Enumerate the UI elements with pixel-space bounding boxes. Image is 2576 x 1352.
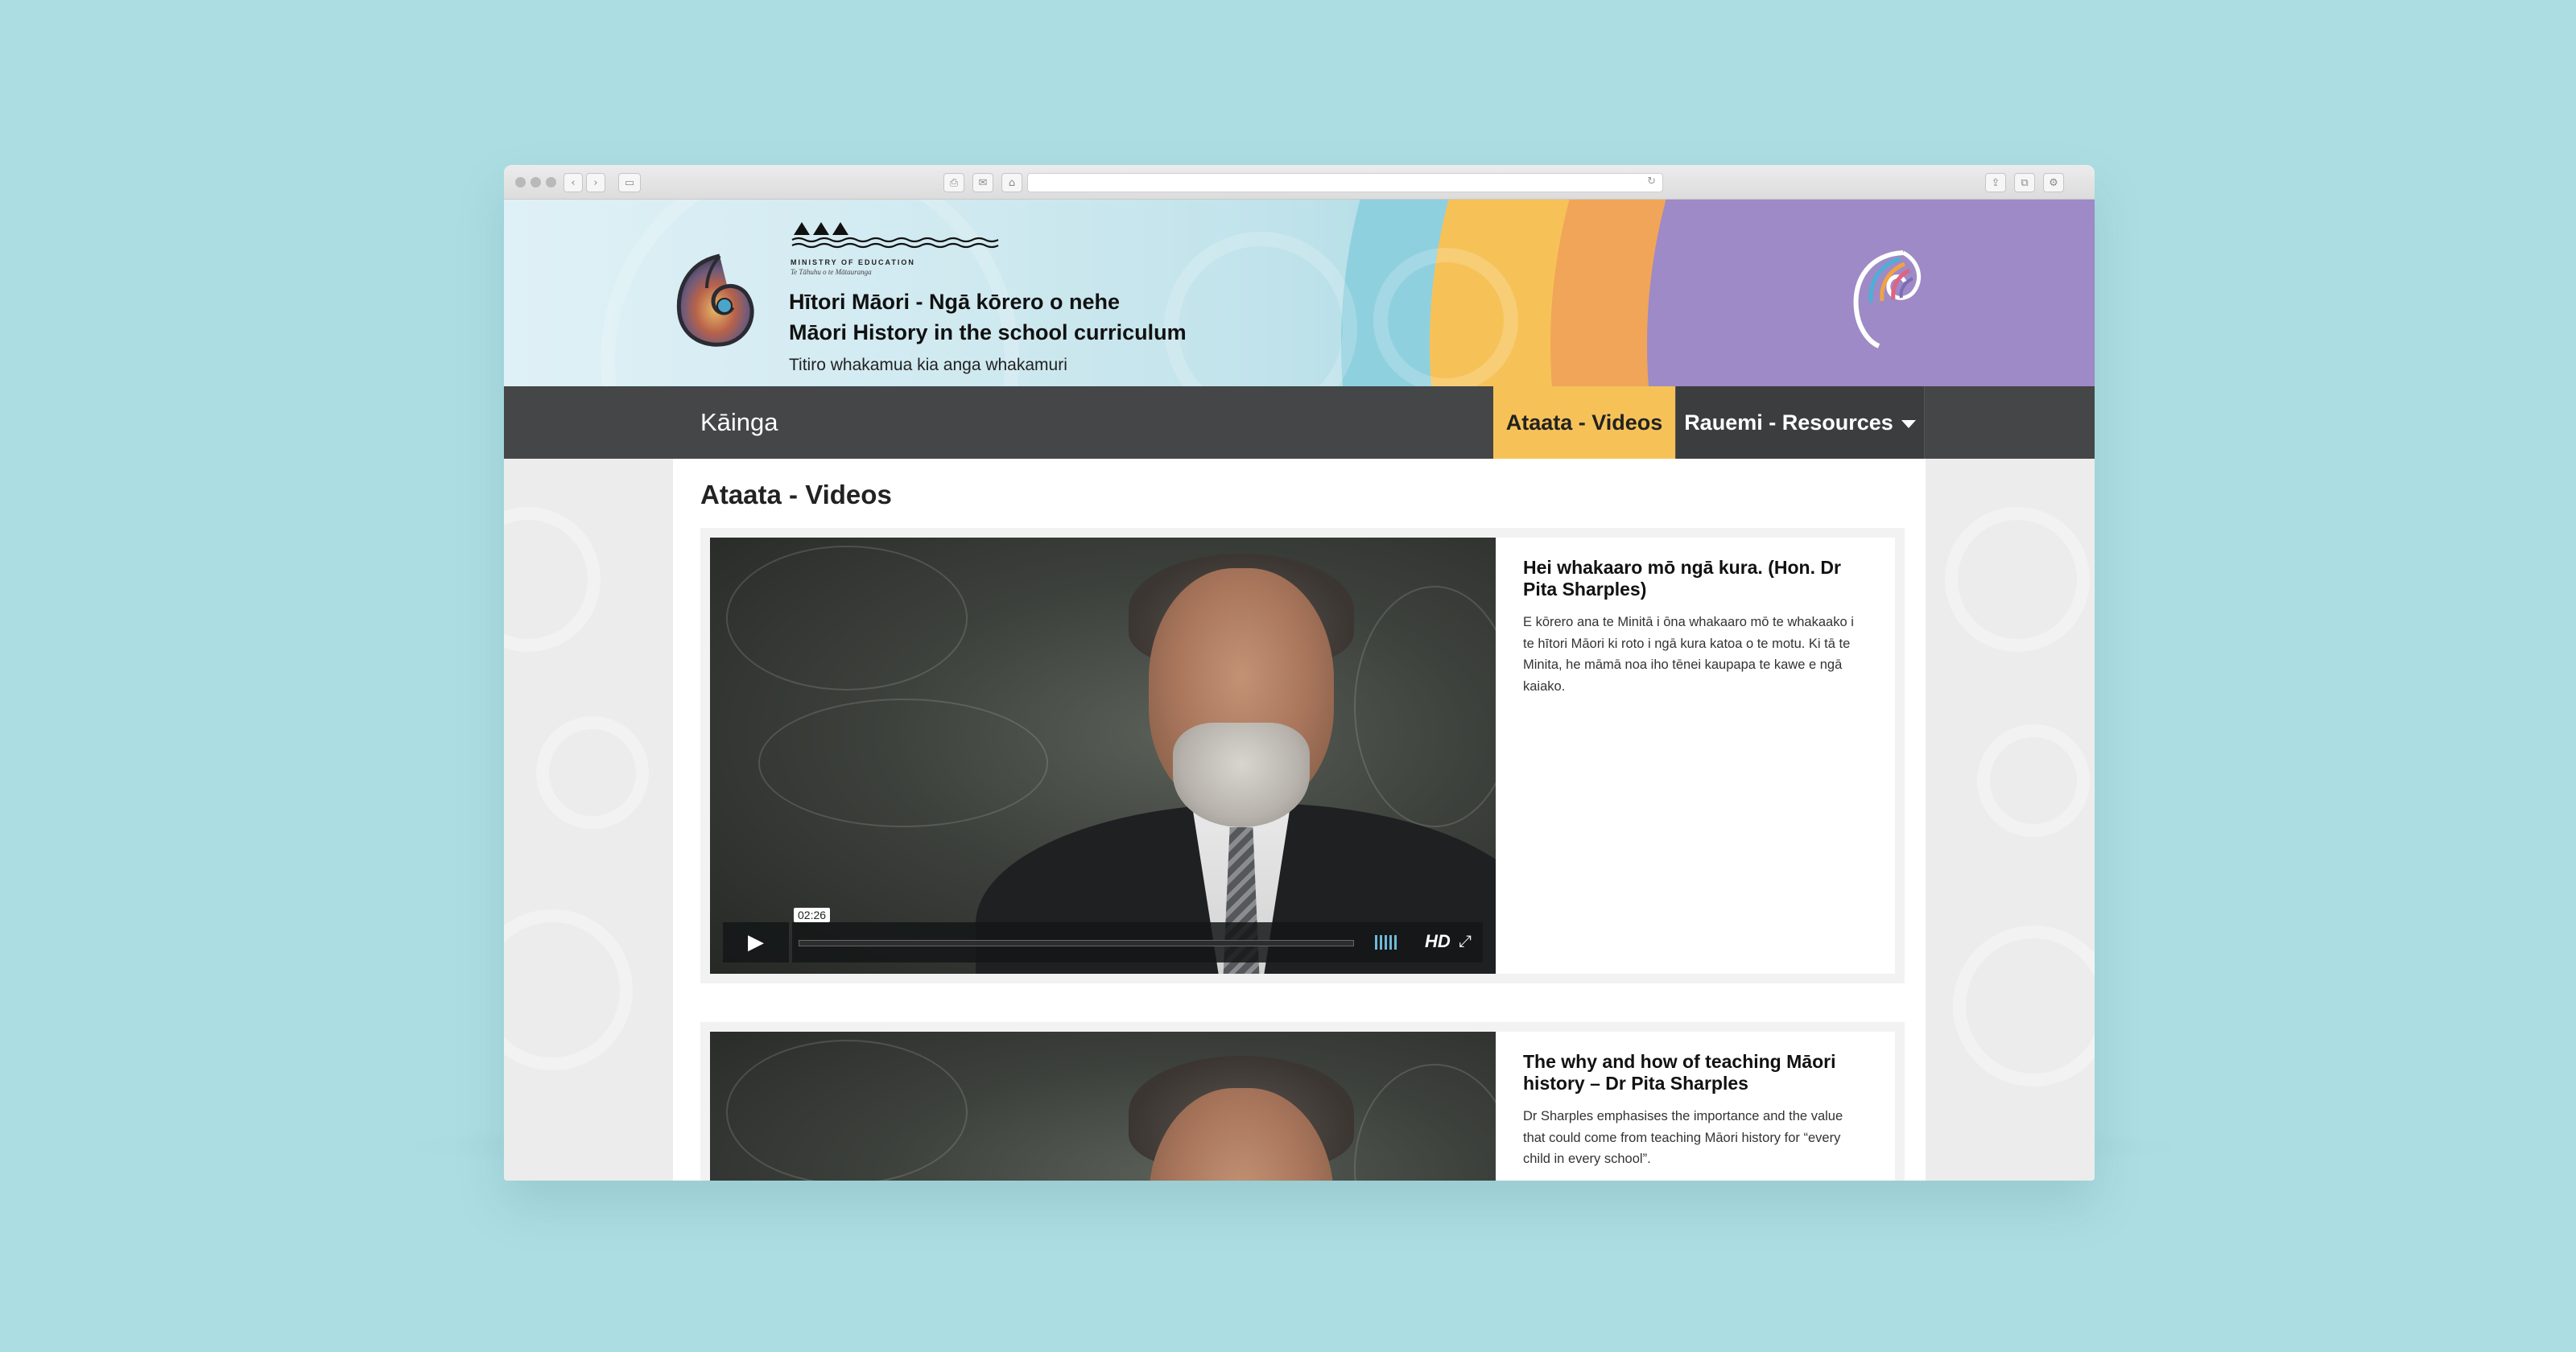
nav-resources-dropdown[interactable]: Rauemi - Resources <box>1675 386 1925 459</box>
background-handwriting <box>726 1040 968 1181</box>
minimize-window-button[interactable] <box>530 177 541 188</box>
video-card: The why and how of teaching Māori histor… <box>700 1022 1905 1181</box>
banner-swirl <box>1164 232 1357 386</box>
background-koru <box>1945 507 2090 652</box>
reload-icon[interactable]: ↻ <box>1647 175 1656 188</box>
browser-window: ‹ › ▭ ⎙ ✉ ⌂ ↻ ⇪ ⧉ ⚙ MINISTRY OF EDUCATIO… <box>504 165 2095 1181</box>
nav-resources-label: Rauemi - Resources <box>1684 410 1893 435</box>
browser-toolbar: ‹ › ▭ ⎙ ✉ ⌂ ↻ ⇪ ⧉ ⚙ <box>504 165 2095 200</box>
fullscreen-icon[interactable]: ⤢ <box>1459 931 1472 950</box>
background-handwriting <box>1354 1064 1496 1181</box>
close-window-button[interactable] <box>515 177 526 188</box>
nav-home-link[interactable]: Kāinga <box>700 386 778 459</box>
background-koru <box>504 909 633 1070</box>
ministry-logo[interactable]: MINISTRY OF EDUCATION Te Tāhuhu o te Māt… <box>791 219 1000 276</box>
site-header: MINISTRY OF EDUCATION Te Tāhuhu o te Māt… <box>504 200 2095 386</box>
video-card: ▶ 02:26 HD ⤢ Hei whakaaro mō ngā kura. (… <box>700 528 1905 983</box>
background-handwriting <box>726 546 968 690</box>
nav-videos-tab[interactable]: Ataata - Videos <box>1493 386 1675 459</box>
video-title[interactable]: Hei whakaaro mō ngā kura. (Hon. Dr Pita … <box>1523 557 1868 600</box>
ministry-mountains-icon <box>791 222 999 249</box>
video-progress-track[interactable] <box>799 940 1354 946</box>
site-title-english[interactable]: Māori History in the school curriculum <box>789 320 1187 345</box>
video-player[interactable]: ▶ 02:26 HD ⤢ <box>710 538 1496 974</box>
nav-videos-label: Ataata - Videos <box>1505 410 1663 435</box>
site-title-maori[interactable]: Hītori Māori - Ngā kōrero o nehe <box>789 290 1120 315</box>
ministry-name: MINISTRY OF EDUCATION <box>791 258 915 266</box>
site-tagline: Titiro whakamua kia anga whakamuri <box>789 356 1067 374</box>
mail-icon[interactable]: ✉ <box>972 173 993 192</box>
share-icon[interactable]: ⇪ <box>1985 173 2006 192</box>
video-description-panel: The why and how of teaching Māori histor… <box>1496 1032 1895 1181</box>
forward-icon[interactable]: › <box>586 173 605 192</box>
play-icon[interactable]: ▶ <box>723 922 789 962</box>
banner-swirl <box>1373 248 1518 386</box>
background-koru <box>1977 724 2090 837</box>
video-player[interactable] <box>710 1032 1496 1181</box>
video-description: Dr Sharples emphasises the importance an… <box>1523 1108 1843 1167</box>
ministry-subtitle: Te Tāhuhu o te Mātauranga <box>791 268 872 276</box>
print-icon[interactable]: ⎙ <box>943 173 964 192</box>
video-control-bar: 02:26 HD ⤢ <box>792 908 1483 962</box>
video-description-panel: Hei whakaaro mō ngā kura. (Hon. Dr Pita … <box>1496 538 1895 974</box>
background-koru <box>1953 925 2095 1086</box>
settings-icon[interactable]: ⚙ <box>2043 173 2064 192</box>
background-handwriting <box>1354 586 1496 827</box>
maximize-window-button[interactable] <box>546 177 556 188</box>
hd-toggle[interactable]: HD <box>1425 931 1451 952</box>
background-koru <box>536 716 649 829</box>
home-icon[interactable]: ⌂ <box>1001 173 1022 192</box>
sidebar-icon[interactable]: ▭ <box>618 173 641 192</box>
main-content: Ataata - Videos ▶ 02:26 HD ⤢ Hei whakaar… <box>673 459 1926 1181</box>
nautilus-icon <box>1853 250 1922 348</box>
page-title: Ataata - Videos <box>700 480 892 509</box>
video-controls: ▶ 02:26 HD ⤢ <box>723 908 1483 962</box>
main-navigation: Kāinga Ataata - Videos Rauemi - Resource… <box>504 386 2095 459</box>
video-duration: 02:26 <box>794 908 831 922</box>
back-icon[interactable]: ‹ <box>564 173 583 192</box>
background-handwriting <box>758 699 1048 827</box>
window-controls <box>515 177 556 188</box>
tabs-icon[interactable]: ⧉ <box>2014 173 2035 192</box>
background-koru <box>504 507 601 652</box>
address-bar[interactable]: ↻ <box>1027 173 1663 192</box>
koru-shell-logo[interactable] <box>671 248 760 352</box>
speaker-beard <box>1173 723 1310 827</box>
video-title[interactable]: The why and how of teaching Māori histor… <box>1523 1051 1868 1094</box>
volume-icon[interactable] <box>1375 935 1397 950</box>
chevron-down-icon <box>1901 419 1916 428</box>
video-description: E kōrero ana te Minitā i ōna whakaaro mō… <box>1523 614 1854 694</box>
